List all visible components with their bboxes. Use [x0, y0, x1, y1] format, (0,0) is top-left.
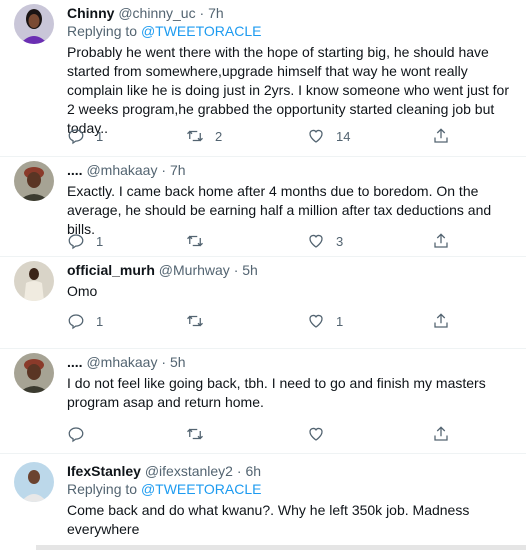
heart-icon	[309, 314, 323, 328]
heart-icon	[309, 129, 323, 143]
share-button[interactable]	[432, 424, 450, 444]
like-button[interactable]: 3	[307, 231, 343, 251]
tweet[interactable]: IfexStanley @ifexstanley2 · 6h Replying …	[0, 454, 526, 550]
mention-link[interactable]: @TWEETORACLE	[141, 23, 262, 39]
like-button[interactable]: 1	[307, 311, 343, 331]
retweet-button[interactable]	[186, 231, 204, 251]
reply-count: 1	[96, 233, 104, 249]
separator: ·	[161, 162, 167, 178]
retweet-count: 2	[215, 128, 223, 144]
reply-feed: Chinny @chinny_uc · 7h Replying to @TWEE…	[0, 0, 526, 550]
tweet-header: IfexStanley @ifexstanley2 · 6h	[67, 462, 518, 480]
reply-button[interactable]: 1	[67, 231, 103, 251]
separator: ·	[199, 5, 205, 21]
replying-prefix: Replying to	[67, 23, 138, 39]
avatar[interactable]	[14, 261, 54, 301]
share-icon	[434, 313, 448, 328]
reply-button[interactable]: 1	[67, 311, 103, 331]
separator: ·	[233, 262, 239, 278]
share-icon	[434, 128, 448, 143]
display-name[interactable]: IfexStanley	[67, 463, 141, 479]
tweet-header: official_murh @Murhway · 5h	[67, 261, 518, 279]
timestamp[interactable]: 7h	[170, 162, 186, 178]
tweet-text: Come back and do what kwanu?. Why he lef…	[67, 502, 470, 537]
tweet-header: Chinny @chinny_uc · 7h	[67, 4, 518, 22]
tweet-text: I do not feel like going back, tbh. I ne…	[67, 375, 486, 410]
display-name[interactable]: ....	[67, 162, 83, 178]
reply-count: 1	[96, 128, 104, 144]
replying-prefix: Replying to	[67, 481, 138, 497]
handle[interactable]: @mhakaay	[86, 162, 157, 178]
avatar[interactable]	[14, 161, 54, 201]
handle[interactable]: @mhakaay	[86, 354, 157, 370]
share-button[interactable]	[432, 231, 450, 251]
handle[interactable]: @Murhway	[159, 262, 230, 278]
display-name[interactable]: ....	[67, 354, 83, 370]
retweet-icon	[187, 428, 203, 440]
like-count: 1	[336, 313, 344, 329]
mention-link[interactable]: @TWEETORACLE	[141, 481, 262, 497]
share-button[interactable]	[432, 126, 450, 146]
tweet-header: .... @mhakaay · 7h	[67, 161, 518, 179]
tweet-text: Probably he went there with the hope of …	[67, 44, 509, 136]
action-bar: 1 3	[67, 231, 526, 251]
tweet[interactable]: .... @mhakaay · 5h I do not feel like go…	[0, 349, 526, 454]
share-icon	[434, 233, 448, 248]
handle[interactable]: @ifexstanley2	[145, 463, 233, 479]
retweet-button[interactable]	[186, 311, 204, 331]
display-name[interactable]: Chinny	[67, 5, 114, 21]
tweet-header: .... @mhakaay · 5h	[67, 353, 518, 371]
like-button[interactable]: 14	[307, 126, 350, 146]
retweet-button[interactable]	[186, 424, 204, 444]
timestamp[interactable]: 7h	[208, 5, 224, 21]
handle[interactable]: @chinny_uc	[118, 5, 195, 21]
reply-count: 1	[96, 313, 104, 329]
share-button[interactable]	[432, 311, 450, 331]
tweet[interactable]: .... @mhakaay · 7h Exactly. I came back …	[0, 157, 526, 257]
timestamp[interactable]: 6h	[245, 463, 261, 479]
avatar[interactable]	[14, 353, 54, 393]
reply-button[interactable]: 1	[67, 126, 103, 146]
horizontal-scrollbar[interactable]	[36, 545, 526, 550]
retweet-button[interactable]: 2	[186, 126, 222, 146]
reply-icon	[68, 129, 84, 145]
like-button[interactable]	[307, 424, 325, 444]
like-count: 3	[336, 233, 344, 249]
timestamp[interactable]: 5h	[242, 262, 258, 278]
separator: ·	[161, 354, 167, 370]
action-bar: 1 1	[67, 311, 526, 331]
reply-button[interactable]	[67, 424, 85, 444]
heart-icon	[309, 234, 323, 248]
display-name[interactable]: official_murh	[67, 262, 155, 278]
share-icon	[434, 426, 448, 441]
tweet-text: Omo	[67, 283, 98, 299]
avatar[interactable]	[14, 4, 54, 44]
reply-icon	[68, 427, 84, 443]
retweet-icon	[187, 315, 203, 327]
replying-to: Replying to @TWEETORACLE	[67, 480, 518, 498]
reply-icon	[68, 314, 84, 330]
separator: ·	[236, 463, 242, 479]
retweet-icon	[187, 130, 203, 142]
avatar[interactable]	[14, 462, 54, 502]
heart-icon	[309, 427, 323, 441]
reply-icon	[68, 234, 84, 250]
retweet-icon	[187, 235, 203, 247]
replying-to: Replying to @TWEETORACLE	[67, 22, 518, 40]
like-count: 14	[336, 128, 351, 144]
timestamp[interactable]: 5h	[170, 354, 186, 370]
tweet[interactable]: official_murh @Murhway · 5h Omo 1 1	[0, 257, 526, 349]
action-bar: 1 2 14	[67, 126, 526, 146]
tweet[interactable]: Chinny @chinny_uc · 7h Replying to @TWEE…	[0, 0, 526, 157]
action-bar	[67, 424, 526, 444]
